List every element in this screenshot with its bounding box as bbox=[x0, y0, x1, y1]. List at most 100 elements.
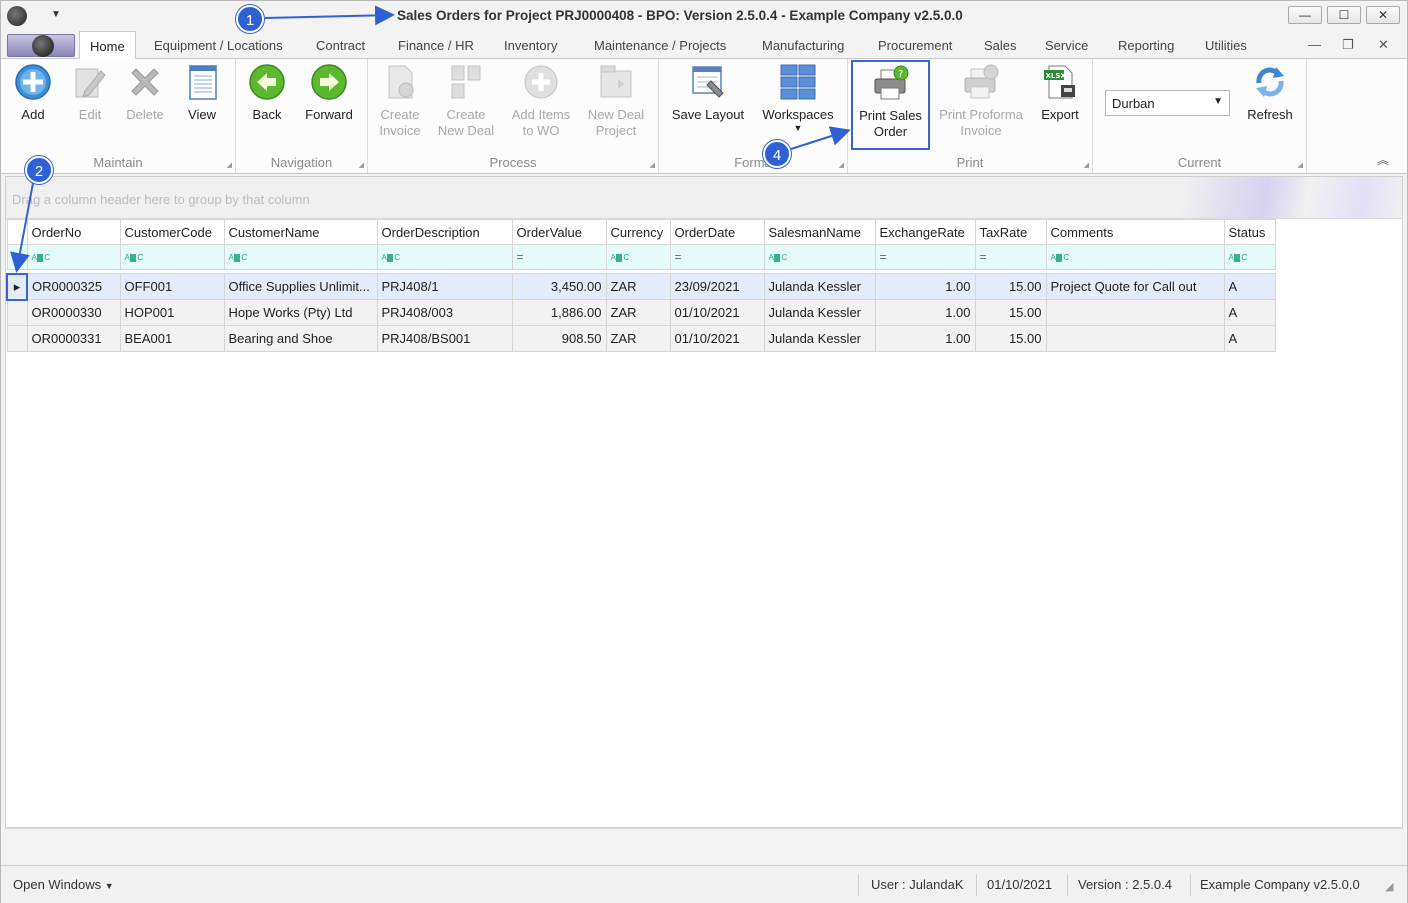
column-header-orderdescription[interactable]: OrderDescription bbox=[376, 219, 513, 245]
filter-cell[interactable]: AC bbox=[26, 244, 121, 270]
refresh-button[interactable]: Refresh bbox=[1241, 63, 1299, 123]
column-header-currency[interactable]: Currency bbox=[605, 219, 671, 245]
cell-status[interactable]: A bbox=[1223, 273, 1276, 300]
dialog-launcher-icon[interactable]: ◢ bbox=[227, 161, 232, 169]
column-header-exchangerate[interactable]: ExchangeRate bbox=[874, 219, 976, 245]
dialog-launcher-icon[interactable]: ◢ bbox=[650, 161, 655, 169]
cell-taxrate[interactable]: 15.00 bbox=[974, 299, 1047, 326]
mdi-close-icon[interactable]: ✕ bbox=[1378, 37, 1389, 53]
table-row[interactable]: OR0000330 HOP001 Hope Works (Pty) Ltd PR… bbox=[6, 299, 1276, 326]
dialog-launcher-icon[interactable]: ◢ bbox=[1084, 161, 1089, 169]
cell-currency[interactable]: ZAR bbox=[605, 273, 671, 300]
row-indicator-arrow-icon[interactable]: ▸ bbox=[6, 272, 28, 301]
column-header-comments[interactable]: Comments bbox=[1045, 219, 1225, 245]
forward-button[interactable]: Forward bbox=[302, 63, 356, 123]
cell-taxrate[interactable]: 15.00 bbox=[974, 273, 1047, 300]
dialog-launcher-icon[interactable]: ◢ bbox=[1298, 161, 1303, 169]
cell-salesmanname[interactable]: Julanda Kessler bbox=[763, 325, 876, 352]
resize-grip-icon[interactable]: ◢ bbox=[1385, 880, 1393, 893]
filter-cell[interactable]: AC bbox=[763, 244, 876, 270]
view-button[interactable]: View bbox=[181, 63, 223, 123]
mdi-restore-icon[interactable]: ❐ bbox=[1342, 37, 1354, 53]
site-select[interactable]: Durban ▼ bbox=[1105, 90, 1230, 116]
print-sales-order-button[interactable]: ? Print Sales Order bbox=[851, 60, 930, 150]
cell-comments[interactable]: Project Quote for Call out bbox=[1045, 273, 1225, 300]
cell-status[interactable]: A bbox=[1223, 299, 1276, 326]
back-button[interactable]: Back bbox=[246, 63, 288, 123]
column-header-customercode[interactable]: CustomerCode bbox=[119, 219, 225, 245]
collapse-ribbon-icon[interactable]: ︽ bbox=[1377, 151, 1389, 168]
tab-inventory[interactable]: Inventory bbox=[504, 31, 557, 59]
cell-customercode[interactable]: BEA001 bbox=[119, 325, 225, 352]
mdi-minimize-icon[interactable]: — bbox=[1308, 37, 1321, 52]
tab-manufacturing[interactable]: Manufacturing bbox=[762, 31, 844, 59]
cell-orderno[interactable]: OR0000325 bbox=[26, 273, 121, 300]
workspaces-button[interactable]: Workspaces ▼ bbox=[759, 63, 837, 133]
filter-cell[interactable]: AC bbox=[223, 244, 378, 270]
filter-cell[interactable]: = bbox=[874, 244, 976, 270]
tab-equipment-locations[interactable]: Equipment / Locations bbox=[154, 31, 283, 59]
table-row[interactable]: ▸ OR0000325 OFF001 Office Supplies Unlim… bbox=[6, 272, 1276, 301]
cell-orderdescription[interactable]: PRJ408/003 bbox=[376, 299, 513, 326]
cell-ordervalue[interactable]: 1,886.00 bbox=[511, 299, 607, 326]
tab-utilities[interactable]: Utilities bbox=[1205, 31, 1247, 59]
tab-service[interactable]: Service bbox=[1045, 31, 1088, 59]
cell-orderdescription[interactable]: PRJ408/BS001 bbox=[376, 325, 513, 352]
print-proforma-invoice-button[interactable]: Print Proforma Invoice bbox=[936, 63, 1026, 139]
new-deal-project-button[interactable]: New Deal Project bbox=[584, 63, 648, 139]
cell-orderdate[interactable]: 01/10/2021 bbox=[669, 325, 765, 352]
filter-cell[interactable]: = bbox=[669, 244, 765, 270]
tab-procurement[interactable]: Procurement bbox=[878, 31, 952, 59]
filter-cell[interactable]: = bbox=[511, 244, 607, 270]
close-button[interactable]: ✕ bbox=[1366, 6, 1400, 24]
dialog-launcher-icon[interactable]: ◢ bbox=[359, 161, 364, 169]
cell-salesmanname[interactable]: Julanda Kessler bbox=[763, 299, 876, 326]
column-header-taxrate[interactable]: TaxRate bbox=[974, 219, 1047, 245]
edit-button[interactable]: Edit bbox=[67, 63, 113, 123]
delete-button[interactable]: Delete bbox=[121, 63, 169, 123]
cell-ordervalue[interactable]: 3,450.00 bbox=[511, 273, 607, 300]
filter-cell[interactable]: AC bbox=[119, 244, 225, 270]
cell-orderno[interactable]: OR0000331 bbox=[26, 325, 121, 352]
table-row[interactable]: OR0000331 BEA001 Bearing and Shoe PRJ408… bbox=[6, 325, 1276, 352]
minimize-button[interactable]: — bbox=[1288, 6, 1322, 24]
cell-orderdescription[interactable]: PRJ408/1 bbox=[376, 273, 513, 300]
cell-currency[interactable]: ZAR bbox=[605, 299, 671, 326]
add-button[interactable]: Add bbox=[11, 63, 55, 123]
create-new-deal-button[interactable]: Create New Deal bbox=[436, 63, 496, 139]
save-layout-button[interactable]: Save Layout bbox=[667, 63, 749, 123]
filter-cell[interactable]: = bbox=[974, 244, 1047, 270]
dialog-launcher-icon[interactable]: ◢ bbox=[839, 161, 844, 169]
cell-customercode[interactable]: HOP001 bbox=[119, 299, 225, 326]
column-header-salesmanname[interactable]: SalesmanName bbox=[763, 219, 876, 245]
cell-currency[interactable]: ZAR bbox=[605, 325, 671, 352]
tab-home[interactable]: Home bbox=[79, 31, 136, 59]
column-header-orderdate[interactable]: OrderDate bbox=[669, 219, 765, 245]
cell-exchangerate[interactable]: 1.00 bbox=[874, 299, 976, 326]
column-header-customername[interactable]: CustomerName bbox=[223, 219, 378, 245]
column-header-ordervalue[interactable]: OrderValue bbox=[511, 219, 607, 245]
cell-customername[interactable]: Hope Works (Pty) Ltd bbox=[223, 299, 378, 326]
cell-comments[interactable] bbox=[1045, 325, 1225, 352]
cell-exchangerate[interactable]: 1.00 bbox=[874, 273, 976, 300]
filter-cell[interactable]: AC bbox=[1045, 244, 1225, 270]
row-indicator[interactable] bbox=[6, 299, 28, 326]
filter-cell[interactable]: AC bbox=[1223, 244, 1276, 270]
tab-maintenance-projects[interactable]: Maintenance / Projects bbox=[594, 31, 726, 59]
column-header-orderno[interactable]: OrderNo bbox=[26, 219, 121, 245]
tab-contract[interactable]: Contract bbox=[316, 31, 365, 59]
cell-orderdate[interactable]: 23/09/2021 bbox=[669, 273, 765, 300]
app-logo-icon[interactable] bbox=[7, 6, 27, 26]
cell-customercode[interactable]: OFF001 bbox=[119, 273, 225, 300]
cell-status[interactable]: A bbox=[1223, 325, 1276, 352]
export-button[interactable]: XLSX Export bbox=[1036, 63, 1084, 123]
tab-finance-hr[interactable]: Finance / HR bbox=[398, 31, 474, 59]
row-indicator[interactable] bbox=[6, 325, 28, 352]
application-menu-button[interactable] bbox=[7, 34, 75, 57]
cell-salesmanname[interactable]: Julanda Kessler bbox=[763, 273, 876, 300]
cell-customername[interactable]: Bearing and Shoe bbox=[223, 325, 378, 352]
cell-exchangerate[interactable]: 1.00 bbox=[874, 325, 976, 352]
quick-access-dropdown-icon[interactable]: ▼ bbox=[51, 9, 61, 20]
column-header-status[interactable]: Status bbox=[1223, 219, 1276, 245]
tab-reporting[interactable]: Reporting bbox=[1118, 31, 1174, 59]
